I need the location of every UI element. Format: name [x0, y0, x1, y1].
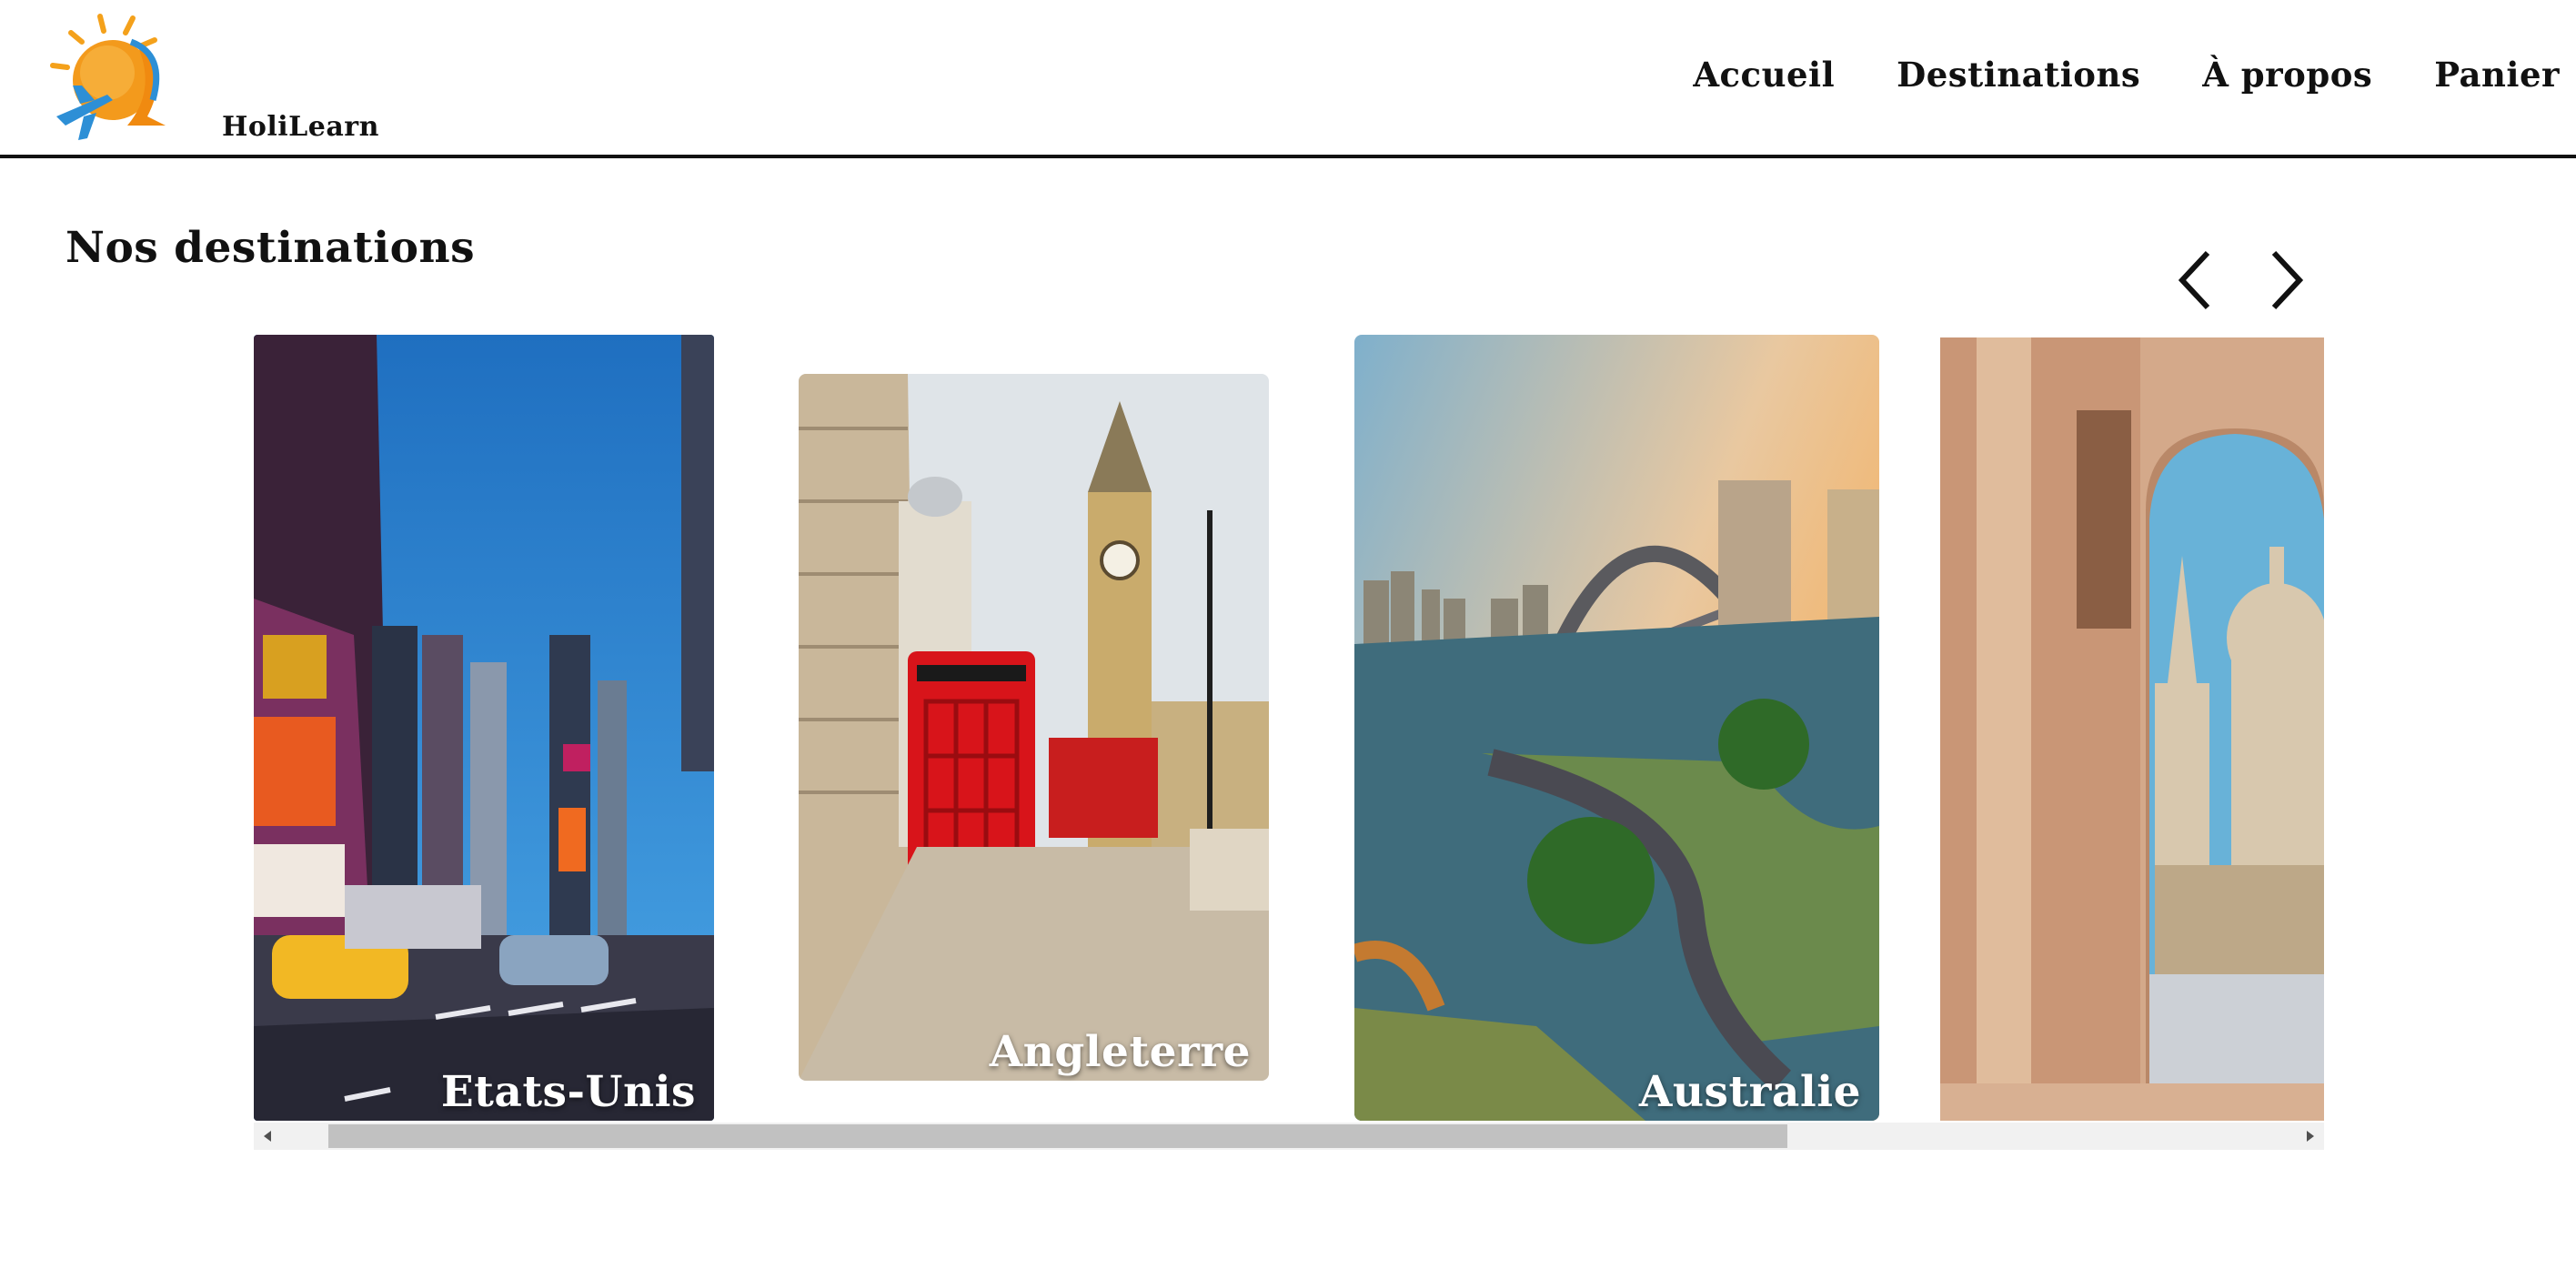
destination-card-australie[interactable]: Australie: [1354, 335, 1879, 1121]
site-header: HoliLearn Accueil Destinations À propos …: [0, 0, 2576, 158]
nav-item-panier[interactable]: Panier: [2434, 55, 2560, 95]
destination-label: Angleterre: [989, 1027, 1251, 1077]
malta-archway-image: [1940, 337, 2324, 1121]
destination-label: Etats-Unis: [440, 1067, 696, 1117]
logo[interactable]: HoliLearn: [47, 9, 378, 146]
destination-card-angleterre[interactable]: Angleterre: [799, 374, 1269, 1081]
brand-name: HoliLearn: [222, 111, 379, 143]
nav-item-accueil[interactable]: Accueil: [1693, 55, 1835, 95]
london-image: [799, 374, 1269, 1081]
triangle-right-icon: [2307, 1131, 2314, 1142]
nav-item-destinations[interactable]: Destinations: [1897, 55, 2140, 95]
sydney-image: [1354, 335, 1879, 1121]
carousel-scrollbar[interactable]: [254, 1123, 2324, 1150]
destination-card-4[interactable]: [1940, 337, 2324, 1121]
times-square-image: [254, 335, 714, 1121]
triangle-left-icon: [264, 1131, 271, 1142]
destination-label: Australie: [1638, 1067, 1861, 1117]
page-title: Nos destinations: [65, 223, 476, 273]
scrollbar-thumb[interactable]: [328, 1124, 1787, 1148]
scroll-right-button[interactable]: [2297, 1123, 2324, 1150]
destinations-carousel[interactable]: Etats-Unis Angleterre Australie: [254, 333, 2324, 1152]
carousel-prev-button[interactable]: [2169, 244, 2224, 317]
chevron-right-icon: [2271, 250, 2304, 310]
scroll-left-button[interactable]: [254, 1123, 281, 1150]
destination-card-etats-unis[interactable]: Etats-Unis: [254, 335, 714, 1121]
nav-item-a-propos[interactable]: À propos: [2202, 55, 2372, 95]
main-nav: Accueil Destinations À propos Panier: [1693, 55, 2560, 95]
chevron-left-icon: [2178, 250, 2210, 310]
sun-plane-logo-icon: [50, 14, 166, 140]
carousel-next-button[interactable]: [2258, 244, 2312, 317]
